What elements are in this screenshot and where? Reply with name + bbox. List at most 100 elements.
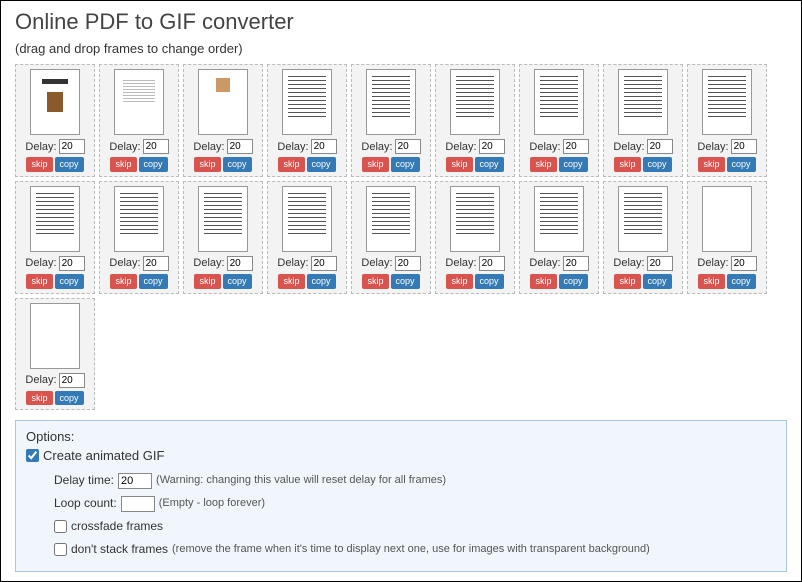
frame-thumbnail[interactable] — [534, 186, 584, 252]
copy-button[interactable]: copy — [727, 157, 756, 172]
frame[interactable]: Delay:skipcopy — [267, 64, 347, 177]
frame-delay-input[interactable] — [227, 256, 253, 271]
frame[interactable]: Delay:skipcopy — [15, 64, 95, 177]
frame-thumbnail[interactable] — [534, 69, 584, 135]
frame-delay-input[interactable] — [647, 256, 673, 271]
frame-delay-input[interactable] — [59, 256, 85, 271]
frame[interactable]: Delay:skipcopy — [183, 181, 263, 294]
frame[interactable]: Delay:skipcopy — [183, 64, 263, 177]
copy-button[interactable]: copy — [55, 274, 84, 289]
frame-delay-input[interactable] — [479, 256, 505, 271]
frame-delay-input[interactable] — [563, 256, 589, 271]
frame-delay-input[interactable] — [143, 256, 169, 271]
copy-button[interactable]: copy — [391, 274, 420, 289]
frame[interactable]: Delay:skipcopy — [267, 181, 347, 294]
frame-delay-input[interactable] — [227, 139, 253, 154]
skip-button[interactable]: skip — [194, 274, 220, 289]
delay-time-input[interactable] — [118, 473, 152, 489]
skip-button[interactable]: skip — [278, 274, 304, 289]
frame-thumbnail[interactable] — [702, 186, 752, 252]
frame-delay-input[interactable] — [59, 373, 85, 388]
frame[interactable]: Delay:skipcopy — [15, 181, 95, 294]
copy-button[interactable]: copy — [223, 274, 252, 289]
skip-button[interactable]: skip — [446, 157, 472, 172]
frame-thumbnail[interactable] — [114, 186, 164, 252]
skip-button[interactable]: skip — [278, 157, 304, 172]
frame-delay-input[interactable] — [479, 139, 505, 154]
frame[interactable]: Delay:skipcopy — [687, 181, 767, 294]
frame-thumbnail[interactable] — [450, 69, 500, 135]
copy-button[interactable]: copy — [55, 391, 84, 406]
create-animated-checkbox[interactable] — [26, 449, 39, 462]
frame-delay-input[interactable] — [395, 256, 421, 271]
frame-delay-input[interactable] — [311, 256, 337, 271]
crossfade-row[interactable]: crossfade frames — [54, 515, 776, 538]
create-animated-row[interactable]: Create animated GIF — [26, 448, 776, 463]
frame[interactable]: Delay:skipcopy — [351, 181, 431, 294]
dont-stack-checkbox[interactable] — [54, 543, 67, 556]
frame-thumbnail[interactable] — [450, 186, 500, 252]
skip-button[interactable]: skip — [26, 157, 52, 172]
copy-button[interactable]: copy — [727, 274, 756, 289]
frame[interactable]: Delay:skipcopy — [519, 64, 599, 177]
skip-button[interactable]: skip — [530, 274, 556, 289]
frame-delay-input[interactable] — [563, 139, 589, 154]
skip-button[interactable]: skip — [446, 274, 472, 289]
loop-count-input[interactable] — [121, 496, 155, 512]
copy-button[interactable]: copy — [643, 157, 672, 172]
frame-thumbnail[interactable] — [198, 186, 248, 252]
skip-button[interactable]: skip — [26, 274, 52, 289]
frame-thumbnail[interactable] — [618, 69, 668, 135]
copy-button[interactable]: copy — [223, 157, 252, 172]
frame-delay-input[interactable] — [143, 139, 169, 154]
frame-thumbnail[interactable] — [702, 69, 752, 135]
crossfade-checkbox[interactable] — [54, 520, 67, 533]
frame-thumbnail[interactable] — [366, 69, 416, 135]
copy-button[interactable]: copy — [307, 274, 336, 289]
frame-thumbnail[interactable] — [30, 303, 80, 369]
frame-delay-input[interactable] — [395, 139, 421, 154]
skip-button[interactable]: skip — [362, 274, 388, 289]
skip-button[interactable]: skip — [194, 157, 220, 172]
frame-thumbnail[interactable] — [366, 186, 416, 252]
frame[interactable]: Delay:skipcopy — [687, 64, 767, 177]
frame-thumbnail[interactable] — [30, 186, 80, 252]
frame[interactable]: Delay:skipcopy — [603, 64, 683, 177]
copy-button[interactable]: copy — [139, 274, 168, 289]
frame-thumbnail[interactable] — [30, 69, 80, 135]
frame-thumbnail[interactable] — [282, 69, 332, 135]
skip-button[interactable]: skip — [698, 274, 724, 289]
frame[interactable]: Delay:skipcopy — [351, 64, 431, 177]
skip-button[interactable]: skip — [110, 274, 136, 289]
frame-delay-input[interactable] — [647, 139, 673, 154]
skip-button[interactable]: skip — [614, 157, 640, 172]
skip-button[interactable]: skip — [362, 157, 388, 172]
skip-button[interactable]: skip — [110, 157, 136, 172]
frame-thumbnail[interactable] — [618, 186, 668, 252]
frame[interactable]: Delay:skipcopy — [99, 64, 179, 177]
copy-button[interactable]: copy — [643, 274, 672, 289]
frame-delay-input[interactable] — [59, 139, 85, 154]
copy-button[interactable]: copy — [475, 157, 504, 172]
copy-button[interactable]: copy — [307, 157, 336, 172]
skip-button[interactable]: skip — [698, 157, 724, 172]
copy-button[interactable]: copy — [475, 274, 504, 289]
frame-thumbnail[interactable] — [114, 69, 164, 135]
frame[interactable]: Delay:skipcopy — [435, 64, 515, 177]
copy-button[interactable]: copy — [55, 157, 84, 172]
frame-thumbnail[interactable] — [282, 186, 332, 252]
frame[interactable]: Delay:skipcopy — [99, 181, 179, 294]
frame[interactable]: Delay:skipcopy — [519, 181, 599, 294]
dont-stack-row[interactable]: don't stack frames (remove the frame whe… — [54, 538, 776, 561]
frame[interactable]: Delay:skipcopy — [15, 298, 95, 411]
skip-button[interactable]: skip — [530, 157, 556, 172]
frame-thumbnail[interactable] — [198, 69, 248, 135]
frame[interactable]: Delay:skipcopy — [603, 181, 683, 294]
frame-delay-input[interactable] — [731, 256, 757, 271]
copy-button[interactable]: copy — [559, 157, 588, 172]
skip-button[interactable]: skip — [614, 274, 640, 289]
copy-button[interactable]: copy — [559, 274, 588, 289]
skip-button[interactable]: skip — [26, 391, 52, 406]
frame-delay-input[interactable] — [311, 139, 337, 154]
copy-button[interactable]: copy — [139, 157, 168, 172]
